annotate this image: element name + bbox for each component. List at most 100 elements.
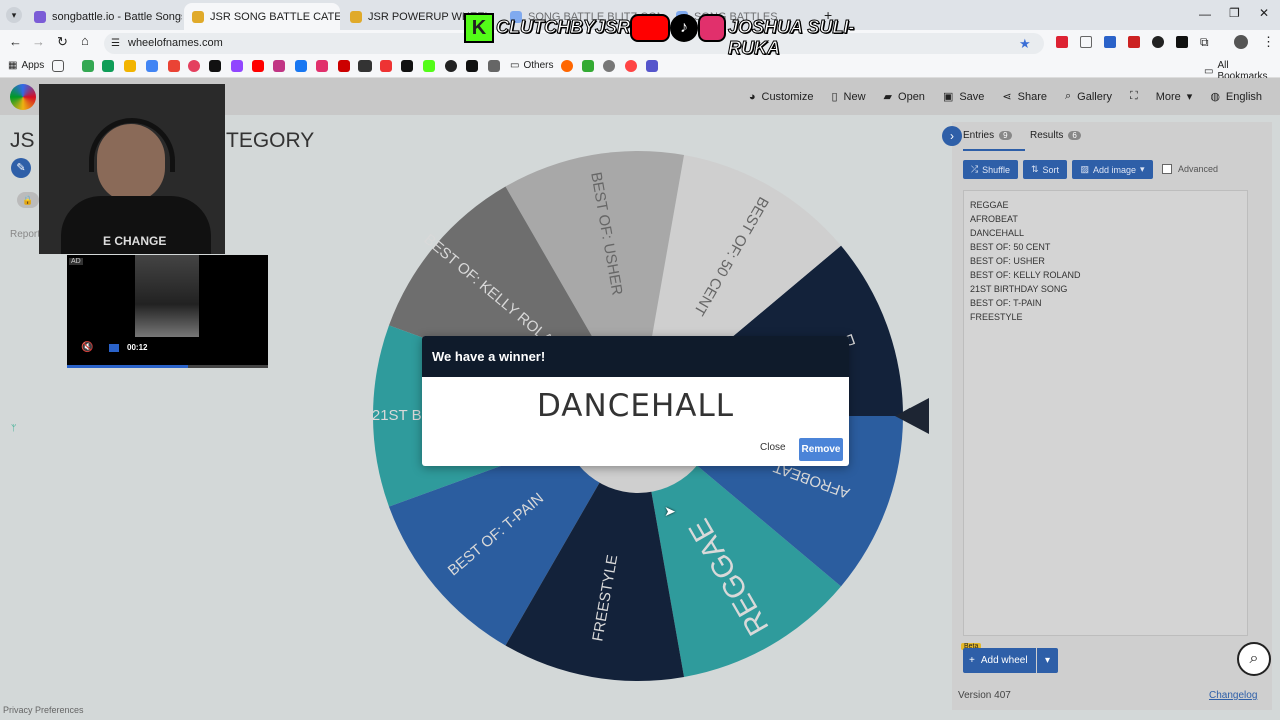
- bookmark-icon[interactable]: [358, 60, 372, 72]
- close-window-icon[interactable]: ✕: [1259, 6, 1269, 20]
- minimize-icon[interactable]: —: [1199, 7, 1211, 21]
- ad-video-thumbnail: [135, 255, 199, 337]
- browser-menu-icon[interactable]: ⋮: [1262, 34, 1275, 50]
- language-button[interactable]: ◍ English: [1210, 90, 1262, 104]
- bookmark-icon[interactable]: [273, 60, 285, 72]
- mouse-cursor-icon: ➤: [664, 503, 676, 519]
- bookmark-icon[interactable]: [488, 60, 500, 72]
- tab-jsr-song-battle[interactable]: JSR SONG BATTLE CATEGO ✕: [184, 3, 340, 30]
- kick-bookmark-icon[interactable]: [423, 60, 435, 72]
- wheelofnames-logo[interactable]: [10, 84, 36, 110]
- add-image-label: Add image: [1092, 164, 1136, 175]
- fullscreen-button[interactable]: ⛶: [1130, 90, 1138, 103]
- bookmark-icon[interactable]: [625, 60, 637, 72]
- instagram-bookmark-icon[interactable]: [316, 60, 328, 72]
- bookmark-icon[interactable]: [82, 60, 94, 72]
- privacy-preferences-link[interactable]: Privacy Preferences: [3, 705, 84, 715]
- bookmark-icon[interactable]: [380, 60, 392, 72]
- advanced-label: Advanced: [1178, 164, 1219, 174]
- bookmark-icon[interactable]: [124, 60, 136, 72]
- bookmark-icon[interactable]: [146, 60, 158, 72]
- tab-search-button[interactable]: ▾: [6, 7, 22, 23]
- new-button[interactable]: ▯ New: [831, 90, 865, 104]
- ad-progress-bar: [67, 365, 268, 368]
- customize-button[interactable]: ◕ Customize: [749, 91, 814, 103]
- extension-icon[interactable]: [1128, 36, 1140, 48]
- report-link[interactable]: Report: [10, 229, 40, 240]
- restore-icon[interactable]: ❐: [1229, 6, 1240, 20]
- entry-line: DANCEHALL: [970, 228, 1025, 238]
- reload-icon[interactable]: ↻: [57, 34, 68, 50]
- add-image-button[interactable]: ▨ Add image ▾: [1072, 160, 1153, 179]
- add-wheel-dropdown[interactable]: ▾: [1037, 648, 1058, 673]
- bookmark-icon[interactable]: [445, 60, 457, 72]
- profile-avatar[interactable]: [1234, 35, 1248, 49]
- more-button[interactable]: More ▾: [1156, 90, 1193, 104]
- share-icon: ⋖: [1002, 91, 1012, 103]
- bookmark-icon[interactable]: [466, 60, 478, 72]
- tab-groups-icon[interactable]: [52, 60, 64, 72]
- extensions-puzzle-icon[interactable]: ⧉: [1200, 35, 1209, 50]
- wheel-title-right: TEGORY: [226, 129, 315, 152]
- advanced-checkbox[interactable]: [1162, 164, 1172, 174]
- save-button[interactable]: ▣ Save: [942, 90, 985, 104]
- add-wheel-label: Add wheel: [980, 655, 1028, 666]
- version-text: Version 407: [958, 690, 1011, 701]
- forward-icon[interactable]: →: [32, 34, 45, 49]
- bookmark-icon[interactable]: [646, 60, 658, 72]
- tab-entries[interactable]: Entries 9: [963, 130, 1025, 151]
- shuffle-icon: ⤮: [970, 164, 979, 174]
- save-icon: ▣: [942, 91, 954, 103]
- shuffle-button[interactable]: ⤮ Shuffle: [963, 160, 1018, 179]
- lock-icon: 🔒: [17, 192, 39, 208]
- tab-songbattle[interactable]: songbattle.io - Battle Songs ag ✕: [26, 3, 182, 30]
- extension-icon[interactable]: [1104, 36, 1116, 48]
- sort-icon: ⇅: [1030, 164, 1039, 174]
- save-label: Save: [959, 90, 985, 103]
- facebook-bookmark-icon[interactable]: [295, 60, 307, 72]
- changelog-link[interactable]: Changelog: [1209, 690, 1257, 701]
- share-button[interactable]: ⋖ Share: [1002, 90, 1047, 104]
- bookmark-apps[interactable]: ▦ Apps: [8, 60, 44, 71]
- back-icon[interactable]: ←: [9, 34, 22, 49]
- open-button[interactable]: ▰ Open: [884, 90, 925, 104]
- bookmark-icon[interactable]: [603, 60, 615, 72]
- tiktok-bookmark-icon[interactable]: [209, 60, 221, 72]
- mute-icon[interactable]: 🔇: [81, 342, 93, 353]
- open-label: Open: [898, 90, 925, 103]
- remove-button[interactable]: Remove: [799, 438, 843, 461]
- bookmark-icon[interactable]: [188, 60, 200, 72]
- extension-icon[interactable]: [1080, 36, 1092, 48]
- webcam-overlay: E CHANGE: [39, 84, 225, 254]
- bookmark-star-icon[interactable]: ★: [1019, 33, 1031, 54]
- entry-line: BEST OF: USHER: [970, 256, 1045, 266]
- winner-dialog: We have a winner! DANCEHALL Close Remove: [422, 336, 849, 466]
- bookmark-icon[interactable]: [231, 60, 243, 72]
- zoom-search-icon[interactable]: ⌕: [1237, 642, 1271, 676]
- chevron-down-icon: ▾: [1140, 164, 1145, 174]
- tab-results[interactable]: Results 6: [1030, 130, 1081, 141]
- extension-icon[interactable]: [1176, 36, 1188, 48]
- youtube-bookmark-icon[interactable]: [252, 60, 264, 72]
- x-bookmark-icon[interactable]: [401, 60, 413, 72]
- winner-dialog-heading: We have a winner!: [422, 336, 849, 377]
- bookmark-icon[interactable]: [582, 60, 594, 72]
- home-icon[interactable]: ⌂: [81, 33, 89, 48]
- extension-icon[interactable]: [1056, 36, 1068, 48]
- bookmark-folder-others[interactable]: ▭ Others: [510, 60, 553, 71]
- edit-title-icon[interactable]: ✎: [11, 158, 31, 178]
- add-wheel-button[interactable]: + Add wheel: [963, 648, 1036, 673]
- sort-button[interactable]: ⇅ Sort: [1023, 160, 1067, 179]
- bookmark-icon[interactable]: [102, 60, 114, 72]
- gallery-button[interactable]: ⌕ Gallery: [1065, 90, 1112, 103]
- bookmark-icon[interactable]: [561, 60, 573, 72]
- bookmark-icon[interactable]: [338, 60, 350, 72]
- brand-name-left: CLUTCHBYJSR: [495, 17, 631, 38]
- close-button[interactable]: Close: [760, 442, 786, 453]
- site-info-icon[interactable]: ☰: [111, 33, 120, 54]
- entries-textarea[interactable]: REGGAE AFROBEAT DANCEHALL BEST OF: 50 CENT B…: [963, 190, 1248, 636]
- bookmark-icon[interactable]: [168, 60, 180, 72]
- folder-icon: ▭: [1204, 65, 1214, 77]
- extension-icon[interactable]: [1152, 36, 1164, 48]
- collapse-panel-icon[interactable]: ›: [942, 126, 962, 146]
